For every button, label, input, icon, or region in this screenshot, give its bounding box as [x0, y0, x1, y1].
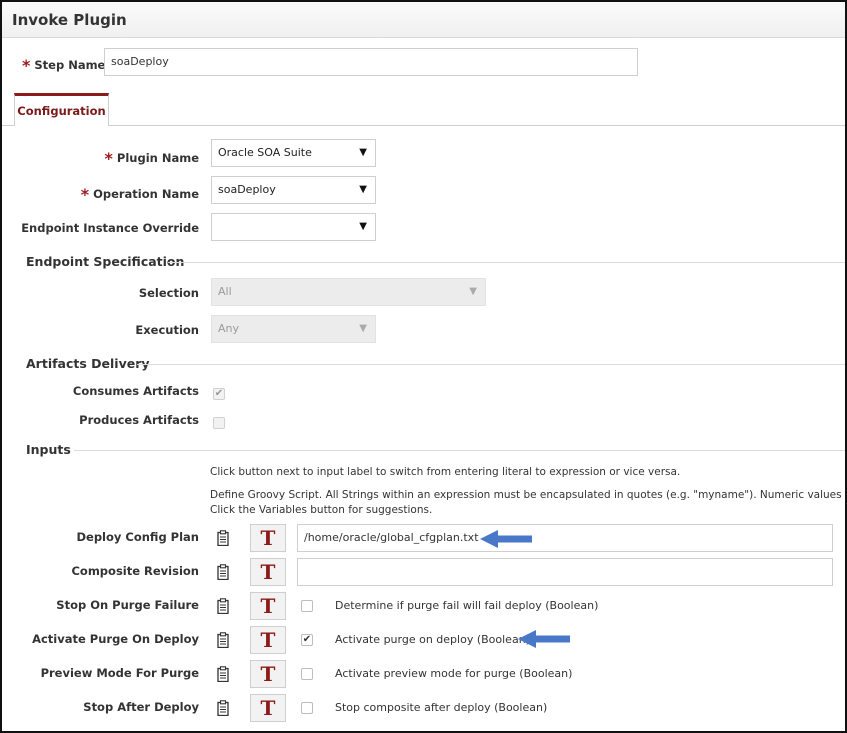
literal-expression-toggle-button[interactable]: T	[250, 626, 286, 654]
endpoint-override-label: Endpoint Instance Override	[21, 221, 199, 235]
composite-revision-label: Composite Revision	[71, 564, 199, 578]
section-divider	[74, 450, 845, 451]
endpoint-override-select[interactable]: ▼	[211, 213, 376, 241]
literal-expression-toggle-button[interactable]: T	[250, 558, 286, 586]
execution-select: Any ▼	[211, 315, 376, 343]
title-bar: Invoke Plugin	[2, 2, 845, 38]
stop-after-deploy-desc: Stop composite after deploy (Boolean)	[335, 701, 548, 714]
consumes-artifacts-label: Consumes Artifacts	[72, 384, 199, 398]
preview-mode-for-purge-desc: Activate preview mode for purge (Boolean…	[335, 667, 573, 680]
dropdown-arrow-icon: ▼	[359, 147, 367, 158]
selection-label: Selection	[138, 286, 199, 300]
plugin-name-value: Oracle SOA Suite	[218, 146, 312, 159]
tab-bar-rule	[2, 125, 845, 126]
inputs-info-line-2: Define Groovy Script. All Strings within…	[210, 489, 847, 501]
selection-value: All	[218, 285, 232, 298]
inputs-info-line-3: Click the Variables button for suggestio…	[210, 504, 433, 516]
clipboard-icon[interactable]	[217, 666, 229, 682]
dialog-title: Invoke Plugin	[12, 11, 127, 29]
stop-on-purge-failure-label: Stop On Purge Failure	[56, 598, 199, 612]
required-marker: *	[22, 56, 31, 75]
annotation-arrow-icon	[518, 630, 570, 648]
produces-artifacts-checkbox	[213, 417, 225, 429]
deploy-config-plan-label: Deploy Config Plan	[76, 530, 199, 544]
preview-mode-for-purge-checkbox[interactable]	[301, 668, 313, 680]
deploy-config-plan-input[interactable]: /home/oracle/global_cfgplan.txt	[297, 524, 833, 552]
plugin-name-label: * Plugin Name	[104, 149, 199, 168]
consumes-artifacts-checkbox: ✔	[213, 388, 225, 400]
clipboard-icon[interactable]	[217, 632, 229, 648]
stop-after-deploy-label: Stop After Deploy	[83, 700, 199, 714]
operation-name-label: * Operation Name	[80, 185, 199, 204]
activate-purge-on-deploy-desc: Activate purge on deploy (Boolean)	[335, 633, 530, 646]
clipboard-icon[interactable]	[217, 564, 229, 580]
clipboard-icon[interactable]	[217, 700, 229, 716]
literal-expression-toggle-button[interactable]: T	[250, 592, 286, 620]
endpoint-spec-title: Endpoint Specification	[26, 254, 185, 269]
stop-after-deploy-checkbox[interactable]	[301, 702, 313, 714]
inputs-info-line-1: Click button next to input label to swit…	[210, 466, 681, 478]
section-divider	[137, 364, 845, 365]
step-name-label: * Step Name	[22, 56, 106, 75]
operation-name-value: soaDeploy	[218, 183, 276, 196]
annotation-arrow-icon	[480, 530, 532, 548]
dropdown-arrow-icon: ▼	[359, 221, 367, 232]
dropdown-arrow-icon: ▼	[469, 286, 477, 297]
activate-purge-on-deploy-checkbox[interactable]: ✔	[301, 634, 313, 646]
execution-value: Any	[218, 322, 240, 335]
preview-mode-for-purge-label: Preview Mode For Purge	[40, 666, 199, 680]
clipboard-icon[interactable]	[217, 598, 229, 614]
inputs-title: Inputs	[26, 442, 71, 457]
plugin-name-select[interactable]: Oracle SOA Suite ▼	[211, 139, 376, 167]
required-marker: *	[80, 185, 90, 204]
literal-expression-toggle-button[interactable]: T	[250, 524, 286, 552]
selection-select: All ▼	[211, 278, 486, 306]
artifacts-title: Artifacts Delivery	[26, 356, 150, 371]
composite-revision-input[interactable]	[297, 558, 833, 586]
clipboard-icon[interactable]	[217, 530, 229, 546]
produces-artifacts-label: Produces Artifacts	[79, 413, 199, 427]
dropdown-arrow-icon: ▼	[359, 323, 367, 334]
section-divider	[168, 262, 845, 263]
required-marker: *	[104, 149, 113, 168]
stop-on-purge-failure-desc: Determine if purge fail will fail deploy…	[335, 599, 599, 612]
stop-on-purge-failure-checkbox[interactable]	[301, 600, 313, 612]
invoke-plugin-dialog: Invoke Plugin * Step Name soaDeploy Confi…	[0, 0, 847, 733]
step-name-input[interactable]: soaDeploy	[104, 48, 638, 76]
activate-purge-on-deploy-label: Activate Purge On Deploy	[32, 632, 199, 646]
dropdown-arrow-icon: ▼	[359, 184, 367, 195]
execution-label: Execution	[135, 323, 199, 337]
literal-expression-toggle-button[interactable]: T	[250, 694, 286, 722]
tab-configuration[interactable]: Configuration	[14, 93, 109, 126]
operation-name-select[interactable]: soaDeploy ▼	[211, 176, 376, 204]
literal-expression-toggle-button[interactable]: T	[250, 660, 286, 688]
